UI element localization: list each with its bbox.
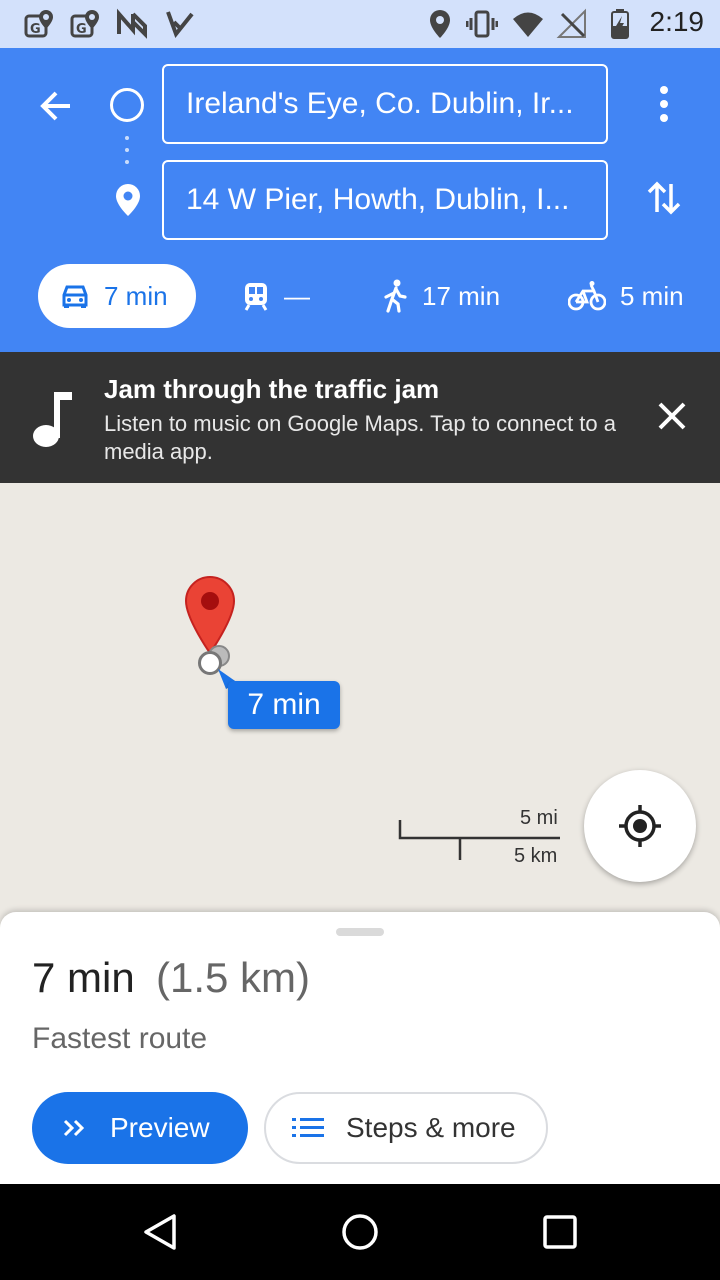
double-chevron-icon bbox=[63, 1119, 85, 1137]
origin-circle-icon bbox=[110, 88, 144, 122]
car-icon bbox=[62, 285, 88, 308]
status-time: 2:19 bbox=[649, 6, 705, 37]
bicycle-icon bbox=[568, 281, 606, 311]
mode-walk-time: 17 min bbox=[422, 280, 501, 311]
directions-header: Ireland's Eye, Co. Dublin, Ir... 14 W Pi… bbox=[0, 48, 720, 352]
no-signal-icon bbox=[556, 8, 586, 38]
scale-miles-label: 5 mi bbox=[520, 807, 558, 829]
check-logo-icon bbox=[166, 11, 194, 39]
mode-drive-tab[interactable]: 7 min bbox=[38, 264, 196, 328]
back-triangle-icon[interactable] bbox=[140, 1212, 180, 1252]
train-icon bbox=[244, 283, 268, 311]
crosshair-location-icon bbox=[619, 805, 661, 847]
more-options-icon[interactable] bbox=[650, 84, 678, 124]
drag-handle[interactable] bbox=[336, 928, 384, 936]
steps-more-button[interactable]: Steps & more bbox=[264, 1092, 548, 1164]
location-icon bbox=[430, 10, 450, 38]
close-icon[interactable] bbox=[654, 398, 690, 434]
preview-label: Preview bbox=[110, 1112, 210, 1143]
promo-body: Listen to music on Google Maps. Tap to c… bbox=[104, 411, 617, 464]
status-bar: G G 2:19 bbox=[0, 0, 720, 48]
my-location-button[interactable] bbox=[584, 770, 696, 882]
mode-walk-tab[interactable]: 17 min bbox=[382, 264, 500, 328]
music-note-icon bbox=[33, 392, 72, 447]
mode-bike-time: 5 min bbox=[620, 280, 684, 311]
svg-text:G: G bbox=[76, 22, 87, 37]
recents-square-icon[interactable] bbox=[540, 1212, 580, 1252]
route-subtitle: Fastest route bbox=[32, 1022, 208, 1055]
map-destination-pin-icon bbox=[184, 575, 236, 655]
back-arrow-icon[interactable] bbox=[36, 86, 76, 126]
destination-field[interactable]: 14 W Pier, Howth, Dublin, I... bbox=[162, 160, 608, 240]
mode-bike-tab[interactable]: 5 min bbox=[568, 264, 684, 328]
mode-drive-time: 7 min bbox=[104, 280, 168, 311]
list-icon bbox=[292, 1118, 324, 1137]
destination-pin-icon bbox=[116, 184, 140, 216]
route-duration: 7 min bbox=[32, 954, 135, 1001]
vibrate-icon bbox=[466, 10, 498, 38]
route-distance: (1.5 km) bbox=[156, 954, 311, 1001]
mode-transit-time: — bbox=[284, 280, 310, 311]
home-circle-icon[interactable] bbox=[340, 1212, 380, 1252]
n-logo-icon bbox=[117, 8, 147, 39]
maps-notification-icon: G bbox=[70, 10, 99, 38]
promo-title: Jam through the traffic jam bbox=[104, 374, 440, 404]
wifi-icon bbox=[513, 12, 543, 37]
steps-more-label: Steps & more bbox=[346, 1112, 516, 1143]
mode-transit-tab[interactable]: — bbox=[242, 264, 310, 328]
navigation-bar bbox=[0, 1184, 720, 1280]
swap-directions-icon[interactable] bbox=[646, 178, 682, 218]
map-view[interactable]: 7 min 5 mi 5 km bbox=[0, 483, 720, 923]
music-promo-banner[interactable]: Jam through the traffic jam Listen to mu… bbox=[0, 352, 720, 483]
walking-icon bbox=[384, 279, 407, 313]
battery-charging-icon bbox=[611, 9, 629, 39]
preview-button[interactable]: Preview bbox=[32, 1092, 248, 1164]
origin-field[interactable]: Ireland's Eye, Co. Dublin, Ir... bbox=[162, 64, 608, 144]
route-dots bbox=[125, 136, 129, 170]
scale-km-label: 5 km bbox=[514, 845, 558, 867]
svg-text:G: G bbox=[30, 22, 41, 37]
route-time-callout[interactable]: 7 min bbox=[228, 681, 340, 729]
route-summary-sheet[interactable]: 7 min (1.5 km) Fastest route Preview Ste… bbox=[0, 912, 720, 1184]
maps-notification-icon: G bbox=[24, 10, 53, 38]
